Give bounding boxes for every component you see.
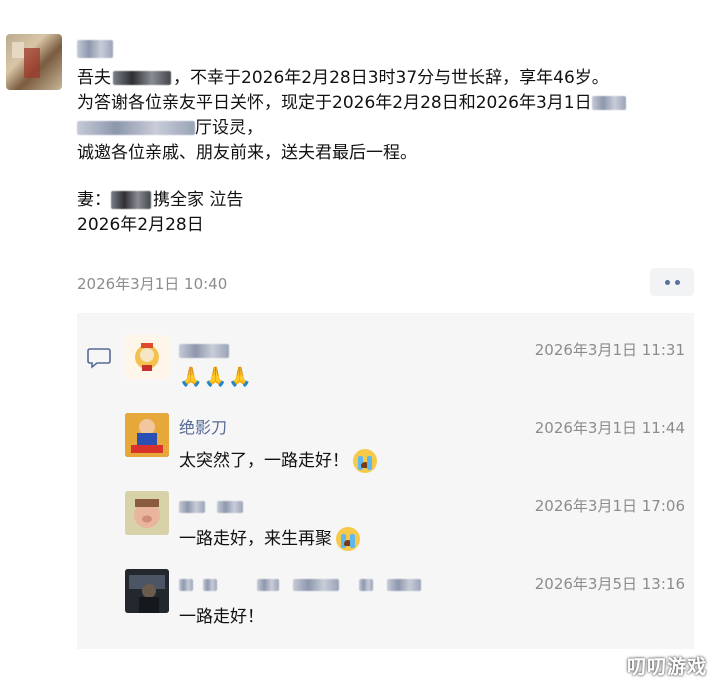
comment-item[interactable]: 绝影刀 2026年3月1日 11:44 太突然了，一路走好！ <box>125 413 685 475</box>
post-text-line6: 2026年2月28日 <box>77 215 204 235</box>
post-text-line2: 为答谢各位亲友平日关怀，现定于2026年2月28日和2026年3月1日 <box>77 93 592 113</box>
comment-bubble-icon <box>87 348 111 369</box>
comments-section: 2026年3月1日 11:31 🙏🙏🙏 绝影刀 2026年3月1日 11:44 … <box>77 313 694 649</box>
comment-item[interactable]: 2026年3月1日 17:06 一路走好，来生再聚 <box>125 491 685 553</box>
commenter-avatar[interactable] <box>125 491 169 535</box>
post-text-line4: 诚邀各位亲戚、朋友前来，送夫君最后一程。 <box>77 143 417 163</box>
post-body: 吾夫 ，不幸于2026年2月28日3时37分与世长辞，享年46岁。 为答谢各位亲友… <box>77 66 697 238</box>
crying-emoji-icon <box>353 449 377 473</box>
post-text-line3: 厅设灵， <box>195 118 263 138</box>
post-text-line5-start: 妻： <box>77 190 111 210</box>
commenter-avatar[interactable] <box>125 413 169 457</box>
commenter-name[interactable]: 绝影刀 <box>179 417 227 439</box>
pig-avatar-icon <box>125 491 169 535</box>
comment-text-content: 太突然了，一路走好！ <box>179 451 349 471</box>
post-timestamp: 2026年3月1日 10:40 <box>77 275 228 293</box>
watermark: 叨叨游戏 <box>626 656 707 678</box>
comment-text: 🙏🙏🙏 <box>179 365 253 390</box>
comment-item[interactable]: 2026年3月5日 13:16 一路走好！ <box>125 569 685 631</box>
commenter-avatar[interactable] <box>125 569 169 613</box>
commenter-name-masked[interactable] <box>179 339 229 361</box>
comment-text: 太突然了，一路走好！ <box>179 449 377 473</box>
comment-time: 2026年3月1日 11:44 <box>534 419 685 437</box>
poster-avatar[interactable] <box>6 34 62 90</box>
commenter-name-masked[interactable] <box>179 495 243 517</box>
comment-text: 一路走好！ <box>179 607 264 627</box>
comment-time: 2026年3月1日 11:31 <box>534 341 685 359</box>
post-meta: 2026年3月1日 10:40 <box>77 268 694 296</box>
post-text-line5-end: 携全家 泣告 <box>153 190 244 210</box>
comment-text: 一路走好，来生再聚 <box>179 527 360 551</box>
comment-item[interactable]: 2026年3月1日 11:31 🙏🙏🙏 <box>125 335 685 395</box>
poster-name-masked[interactable] <box>77 38 113 58</box>
more-icon <box>664 279 670 285</box>
commenter-name-masked[interactable] <box>179 573 421 595</box>
post-text-line1-start: 吾夫 <box>77 68 111 88</box>
comment-text-content: 一路走好，来生再聚 <box>179 529 332 549</box>
lion-avatar-icon <box>135 343 159 371</box>
pray-emoji-icon: 🙏🙏🙏 <box>179 366 253 388</box>
comment-time: 2026年3月1日 17:06 <box>534 497 685 515</box>
more-icon-dot <box>674 279 680 285</box>
post-text-line1-end: ，不幸于2026年2月28日3时37分与世长辞，享年46岁。 <box>173 68 609 88</box>
more-button[interactable] <box>650 268 694 296</box>
superman-avatar-icon <box>125 413 169 457</box>
commenter-avatar[interactable] <box>125 335 169 379</box>
comment-time: 2026年3月5日 13:16 <box>534 575 685 593</box>
crying-emoji-icon <box>336 527 360 551</box>
person-avatar-icon <box>125 569 169 613</box>
moments-post: 吾夫 ，不幸于2026年2月28日3时37分与世长辞，享年46岁。 为答谢各位亲友… <box>0 0 719 689</box>
